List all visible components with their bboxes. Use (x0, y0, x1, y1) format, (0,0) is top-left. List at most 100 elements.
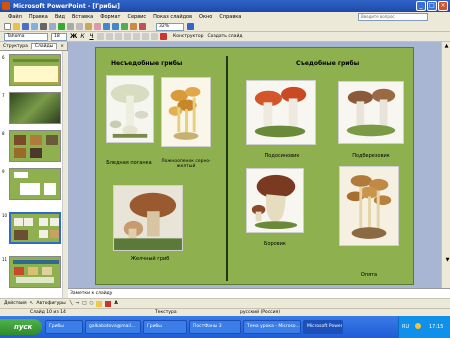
taskbar-item[interactable]: Тема урока - Microso... (243, 320, 301, 334)
help-icon[interactable] (187, 23, 194, 30)
formatting-toolbar: Tahoma 18 Ж К Ч Конструктор Создать слай… (0, 32, 450, 42)
status-design: Текстура (155, 310, 177, 315)
actions-menu[interactable]: Действия (4, 301, 27, 306)
autoshapes-menu[interactable]: Автофигуры (36, 301, 65, 306)
align-center-icon[interactable] (106, 33, 113, 40)
tab-slides[interactable]: Слайды (30, 43, 58, 49)
taskbar-item[interactable]: ПостФаны 3 (189, 320, 241, 334)
font-select[interactable]: Tahoma (4, 32, 48, 41)
status-bar: Слайд 10 из 14 Текстура русский (Россия) (0, 308, 450, 316)
align-left-icon[interactable] (97, 33, 104, 40)
slide-thumbnail-6[interactable] (9, 54, 61, 86)
caption-red-cap-bolete: Подосиновик (264, 153, 300, 159)
caption-birch-bolete: Подберезовик (352, 153, 390, 159)
help-search-input[interactable]: Введите вопрос (358, 13, 428, 21)
tray-icon[interactable] (415, 323, 421, 329)
bullets-icon[interactable] (133, 33, 140, 40)
slide-thumbnail-10[interactable] (9, 212, 61, 244)
clock: 17:15 (429, 324, 444, 330)
slide-canvas: Несъедобные грибы Съедобные грибы Бледна… (68, 42, 441, 288)
pointer-icon[interactable]: ↖ (30, 301, 34, 306)
slide-number: 10 (2, 213, 8, 218)
taskbar-item[interactable]: Грибы (45, 320, 83, 334)
print-icon[interactable] (40, 23, 47, 30)
close-panel-icon[interactable]: × (57, 44, 67, 49)
minimize-button[interactable]: _ (416, 1, 426, 11)
right-heading: Съедобные грибы (296, 60, 360, 67)
save-icon[interactable] (22, 23, 29, 30)
language-indicator[interactable]: RU (402, 324, 409, 330)
standard-toolbar: 32% (0, 22, 450, 32)
menu-file[interactable]: Файл (8, 14, 22, 20)
menu-view[interactable]: Вид (55, 14, 65, 20)
italic-icon[interactable]: К (79, 33, 86, 40)
drawing-toolbar: Действия ↖ Автофигуры ╲ → □ ○ A (0, 298, 450, 308)
powerpoint-icon (2, 2, 10, 10)
menu-help[interactable]: Справка (219, 14, 241, 20)
font-color-icon[interactable] (160, 33, 167, 40)
status-slide: Слайд 10 из 14 (30, 310, 66, 315)
fill-color-icon[interactable] (96, 300, 103, 307)
chart-icon[interactable] (121, 23, 128, 30)
slide-thumbnail-11[interactable] (9, 256, 61, 288)
menu-window[interactable]: Окно (199, 14, 212, 20)
scroll-up-icon[interactable]: ▲ (442, 42, 450, 51)
current-slide[interactable]: Несъедобные грибы Съедобные грибы Бледна… (95, 47, 414, 285)
open-icon[interactable] (13, 23, 20, 30)
paste-icon[interactable] (85, 23, 92, 30)
font-color-draw-icon[interactable]: A (114, 301, 117, 306)
taskbar-item[interactable]: galkabatova@mail... (85, 320, 141, 334)
menu-slideshow[interactable]: Показ слайдов (153, 14, 192, 20)
align-right-icon[interactable] (115, 33, 122, 40)
line-icon[interactable]: ╲ (70, 301, 73, 306)
column-divider (226, 56, 228, 281)
format-painter-icon[interactable] (94, 23, 101, 30)
underline-icon[interactable]: Ч (88, 33, 95, 40)
slide-thumbnail-8[interactable] (9, 130, 61, 162)
tab-outline[interactable]: Структура (0, 44, 31, 49)
oval-icon[interactable]: ○ (89, 301, 93, 306)
menu-tools[interactable]: Сервис (127, 14, 146, 20)
decrease-font-icon[interactable] (151, 33, 158, 40)
spelling-icon[interactable] (58, 23, 65, 30)
taskbar-item-active[interactable]: Microsoft PowerPoint... (303, 320, 343, 334)
slide-number: 6 (2, 55, 5, 60)
caption-death-cap: Бледная поганка (106, 160, 152, 166)
line-color-icon[interactable] (105, 300, 112, 307)
start-button[interactable]: пуск (0, 319, 42, 335)
mail-icon[interactable] (31, 23, 38, 30)
cut-icon[interactable] (67, 23, 74, 30)
copy-icon[interactable] (76, 23, 83, 30)
status-language: русский (Россия) (240, 310, 281, 315)
arrow-icon[interactable]: → (75, 301, 79, 306)
taskbar: пуск Грибы galkabatova@mail... Грибы Пос… (0, 316, 450, 338)
canvas-scrollbar[interactable]: ▲ ▼ (441, 42, 450, 288)
slide-thumbnail-7[interactable] (9, 92, 61, 124)
rectangle-icon[interactable]: □ (82, 301, 86, 306)
menu-format[interactable]: Формат (100, 14, 120, 20)
new-icon[interactable] (4, 23, 11, 30)
notes-pane[interactable]: Заметки к слайду (68, 288, 450, 298)
zoom-select[interactable]: 32% (156, 22, 184, 31)
taskbar-item[interactable]: Грибы (143, 320, 187, 334)
numbering-icon[interactable] (124, 33, 131, 40)
honey-fungus-image (339, 166, 399, 246)
redo-icon[interactable] (112, 23, 119, 30)
close-button[interactable]: × (438, 1, 448, 11)
new-slide-button[interactable]: Создать слайд (207, 34, 242, 39)
undo-icon[interactable] (103, 23, 110, 30)
table-icon[interactable] (130, 23, 137, 30)
slide-thumbnail-9[interactable] (9, 168, 61, 200)
slide-number: 9 (2, 169, 5, 174)
scroll-down-icon[interactable]: ▼ (443, 256, 450, 265)
menu-edit[interactable]: Правка (29, 14, 48, 20)
insert-picture-icon[interactable] (139, 23, 146, 30)
bold-icon[interactable]: Ж (70, 33, 77, 40)
font-size-select[interactable]: 18 (51, 32, 67, 41)
menu-insert[interactable]: Вставка (72, 14, 93, 20)
increase-font-icon[interactable] (142, 33, 149, 40)
maximize-button[interactable]: □ (427, 1, 437, 11)
birch-bolete-image (338, 81, 404, 144)
designer-button[interactable]: Конструктор (173, 34, 203, 39)
preview-icon[interactable] (49, 23, 56, 30)
